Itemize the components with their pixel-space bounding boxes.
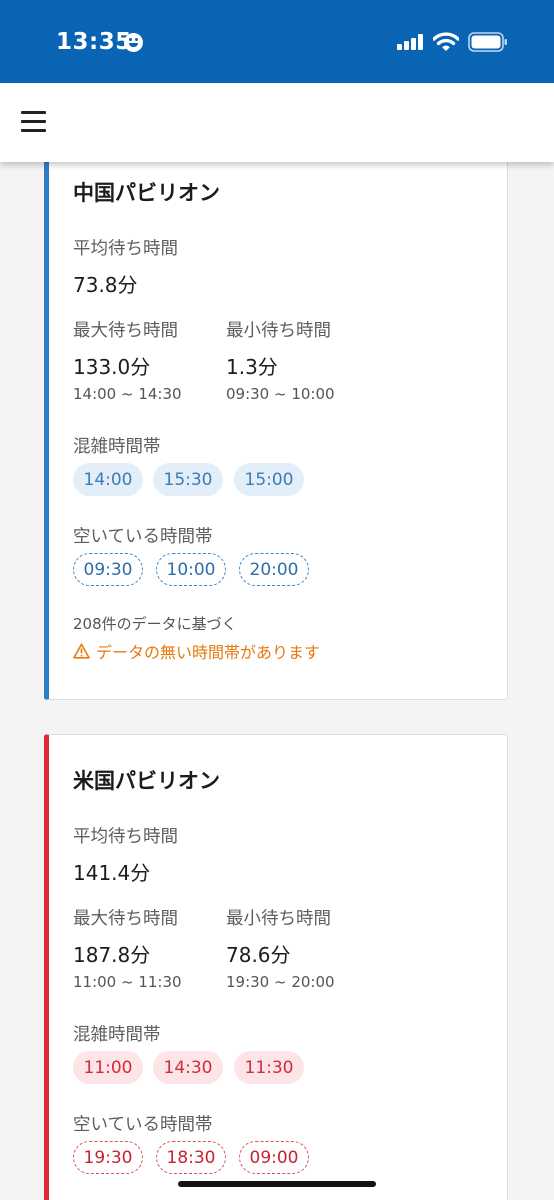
free-time-chip[interactable]: 09:30 xyxy=(73,553,143,586)
smiley-icon xyxy=(124,33,143,52)
status-time: 13:35 xyxy=(56,29,132,55)
max-wait-value: 187.8分 xyxy=(73,943,151,967)
pavilion-card-china[interactable]: 中国パビリオン 平均待ち時間 73.8分 最大待ち時間 133.0分 14:00… xyxy=(44,162,508,700)
free-time-chip[interactable]: 10:00 xyxy=(156,553,226,586)
card-title: 米国パビリオン xyxy=(73,769,220,793)
max-wait-range: 11:00 ~ 11:30 xyxy=(73,973,182,991)
max-wait-label: 最大待ち時間 xyxy=(73,321,178,341)
min-wait-value: 1.3分 xyxy=(226,355,278,379)
app-bar xyxy=(0,83,554,162)
warning-text: データの無い時間帯があります xyxy=(96,643,321,662)
battery-icon xyxy=(468,32,507,52)
data-count-note: 208件のデータに基づく xyxy=(73,615,237,633)
warning-triangle-icon xyxy=(73,643,90,659)
card-title: 中国パビリオン xyxy=(73,181,220,205)
busy-time-chip[interactable]: 11:00 xyxy=(73,1051,143,1084)
status-bar: 13:35 xyxy=(0,0,554,83)
max-wait-value: 133.0分 xyxy=(73,355,151,379)
wifi-icon xyxy=(433,32,459,51)
pavilion-list[interactable]: 中国パビリオン 平均待ち時間 73.8分 最大待ち時間 133.0分 14:00… xyxy=(0,162,554,1200)
busy-time-chip[interactable]: 14:30 xyxy=(153,1051,223,1084)
busy-times-label: 混雑時間帯 xyxy=(73,1025,161,1045)
max-wait-label: 最大待ち時間 xyxy=(73,909,178,929)
pavilion-card-usa[interactable]: 米国パビリオン 平均待ち時間 141.4分 最大待ち時間 187.8分 11:0… xyxy=(44,734,508,1200)
avg-wait-label: 平均待ち時間 xyxy=(73,239,178,259)
avg-wait-value: 73.8分 xyxy=(73,273,138,297)
free-times-label: 空いている時間帯 xyxy=(73,1115,213,1135)
free-time-chip[interactable]: 19:30 xyxy=(73,1141,143,1174)
hamburger-menu-icon[interactable] xyxy=(20,111,48,133)
min-wait-label: 最小待ち時間 xyxy=(226,909,331,929)
busy-time-chip[interactable]: 14:00 xyxy=(73,463,143,496)
free-time-chip[interactable]: 09:00 xyxy=(239,1141,309,1174)
min-wait-label: 最小待ち時間 xyxy=(226,321,331,341)
busy-times-label: 混雑時間帯 xyxy=(73,437,161,457)
busy-time-chip[interactable]: 15:00 xyxy=(234,463,304,496)
min-wait-value: 78.6分 xyxy=(226,943,291,967)
avg-wait-value: 141.4分 xyxy=(73,861,151,885)
free-times-label: 空いている時間帯 xyxy=(73,527,213,547)
min-wait-range: 09:30 ~ 10:00 xyxy=(226,385,335,403)
free-time-chip[interactable]: 20:00 xyxy=(239,553,309,586)
busy-time-chip[interactable]: 11:30 xyxy=(234,1051,304,1084)
home-indicator[interactable] xyxy=(178,1181,376,1187)
cellular-signal-icon xyxy=(397,34,425,50)
missing-data-warning: データの無い時間帯があります xyxy=(73,639,320,663)
busy-time-chip[interactable]: 15:30 xyxy=(153,463,223,496)
max-wait-range: 14:00 ~ 14:30 xyxy=(73,385,182,403)
min-wait-range: 19:30 ~ 20:00 xyxy=(226,973,335,991)
avg-wait-label: 平均待ち時間 xyxy=(73,827,178,847)
free-time-chip[interactable]: 18:30 xyxy=(156,1141,226,1174)
